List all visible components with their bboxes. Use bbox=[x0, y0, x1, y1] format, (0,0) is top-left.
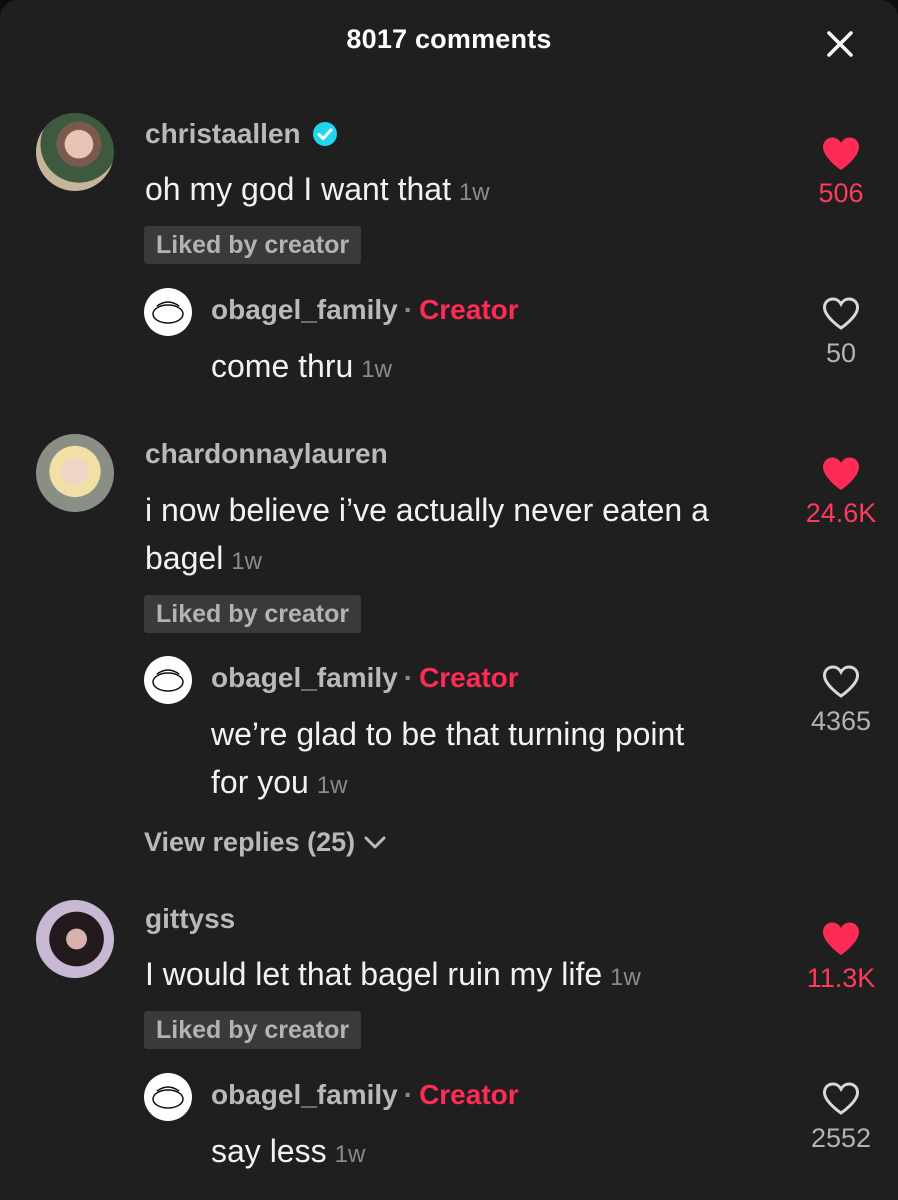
creator-label: Creator bbox=[419, 662, 519, 693]
reply-username[interactable]: obagel_family · Creator bbox=[211, 662, 519, 694]
liked-by-creator-badge: Liked by creator bbox=[144, 595, 362, 633]
view-replies-button[interactable]: View replies (25) bbox=[144, 827, 387, 858]
like-button[interactable]: 11.3K bbox=[786, 921, 896, 994]
comment-time: 1w bbox=[458, 179, 490, 206]
close-icon bbox=[827, 31, 853, 57]
reply-text: say less 1w bbox=[211, 1133, 366, 1169]
reply-like-count: 2552 bbox=[810, 1123, 872, 1153]
comment-text: I would let that bagel ruin my life 1w bbox=[145, 956, 641, 992]
like-button[interactable]: 24.6K bbox=[786, 456, 896, 529]
comment-time: 1w bbox=[231, 548, 262, 575]
heart-outline-icon bbox=[822, 1082, 860, 1115]
heart-filled-icon bbox=[823, 137, 859, 170]
heart-filled-icon bbox=[823, 457, 859, 490]
reply-like-button[interactable]: 4365 bbox=[786, 664, 896, 737]
brand-logo-avatar[interactable] bbox=[144, 656, 192, 704]
comment-text: oh my god I want that 1w bbox=[145, 171, 490, 207]
reply-username[interactable]: obagel_family · Creator bbox=[211, 294, 519, 326]
comment-username[interactable]: chardonnaylauren bbox=[145, 438, 388, 470]
brand-logo-avatar[interactable] bbox=[144, 1073, 192, 1121]
bagel-logo-icon bbox=[152, 301, 184, 324]
avatar-christaallen[interactable] bbox=[36, 113, 114, 191]
liked-by-creator-badge: Liked by creator bbox=[144, 226, 362, 264]
reply-time: 1w bbox=[316, 772, 348, 799]
heart-outline-icon bbox=[822, 665, 860, 698]
reply-time: 1w bbox=[334, 1141, 366, 1168]
reply-like-button[interactable]: 2552 bbox=[786, 1081, 896, 1154]
brand-logo-avatar[interactable] bbox=[144, 288, 192, 336]
comment-username[interactable]: christaallen bbox=[145, 118, 338, 150]
comment-text: i now believe i’ve actually never eaten … bbox=[145, 492, 709, 576]
like-button[interactable]: 506 bbox=[786, 136, 896, 209]
verified-badge-icon bbox=[313, 122, 338, 146]
like-count: 24.6K bbox=[805, 498, 877, 528]
close-button[interactable] bbox=[816, 24, 864, 64]
reply-like-button[interactable]: 50 bbox=[786, 296, 896, 369]
reply-text: come thru 1w bbox=[211, 348, 392, 384]
bagel-logo-icon bbox=[152, 1086, 184, 1109]
bagel-logo-icon bbox=[152, 669, 184, 692]
like-count: 11.3K bbox=[806, 963, 876, 993]
comment-username[interactable]: gittyss bbox=[145, 903, 235, 935]
reply-username[interactable]: obagel_family · Creator bbox=[211, 1079, 519, 1111]
comment-time: 1w bbox=[610, 964, 641, 991]
reply-text: we’re glad to be that turning point for … bbox=[211, 716, 685, 800]
chevron-down-icon bbox=[364, 836, 386, 848]
liked-by-creator-badge: Liked by creator bbox=[144, 1011, 362, 1049]
reply-like-count: 50 bbox=[825, 338, 857, 368]
avatar-gittyss[interactable] bbox=[36, 900, 114, 978]
heart-filled-icon bbox=[823, 922, 859, 955]
comments-sheet: 8017 comments christaallen oh my god I w… bbox=[0, 0, 898, 1200]
comments-count-title: 8017 comments bbox=[346, 24, 552, 54]
like-count: 506 bbox=[818, 178, 864, 208]
avatar-chardonnaylauren[interactable] bbox=[36, 434, 114, 512]
creator-label: Creator bbox=[419, 294, 519, 325]
reply-time: 1w bbox=[361, 356, 392, 383]
reply-like-count: 4365 bbox=[810, 706, 872, 736]
heart-outline-icon bbox=[822, 297, 860, 330]
creator-label: Creator bbox=[419, 1079, 519, 1110]
